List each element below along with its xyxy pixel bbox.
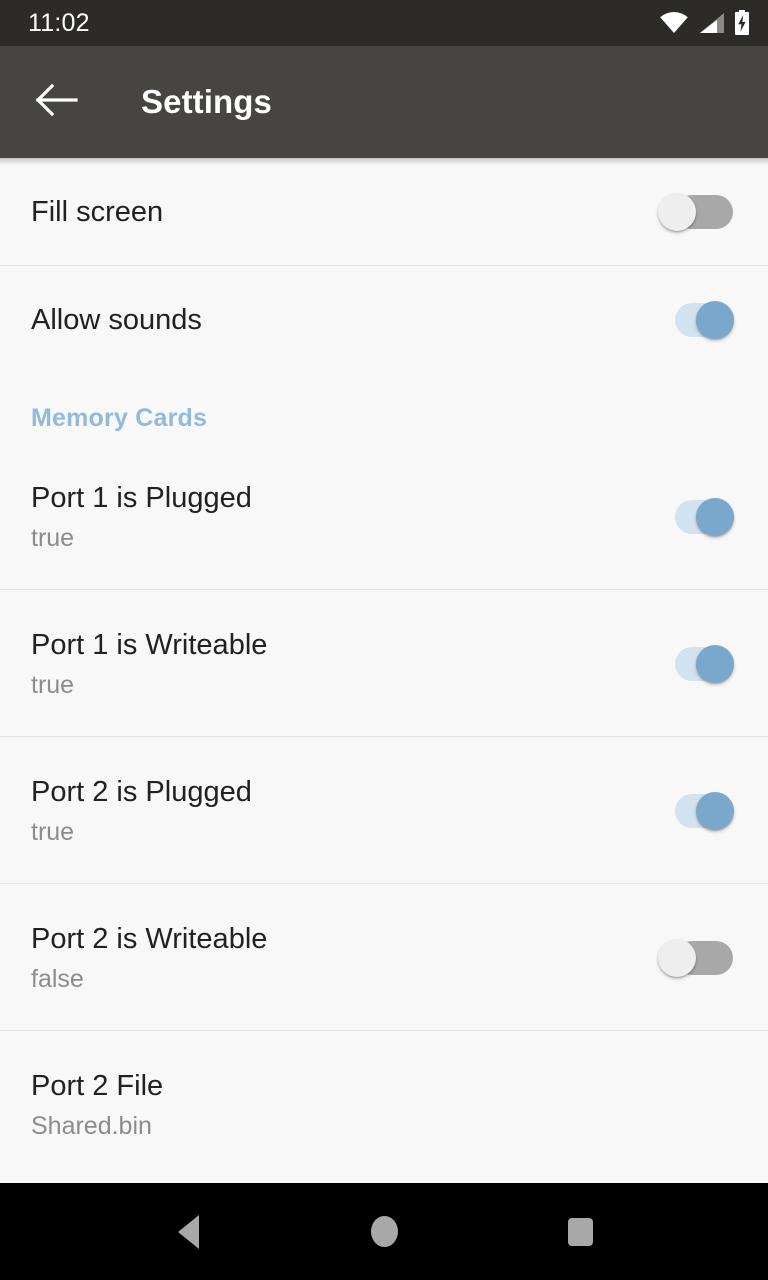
switch-thumb	[696, 301, 734, 339]
switch-port-2-is-writeable[interactable]	[658, 934, 734, 982]
status-bar-icons	[659, 10, 750, 36]
switch-fill-screen[interactable]	[658, 188, 734, 236]
back-arrow-icon	[35, 83, 78, 122]
row-texts: Allow sounds	[31, 303, 636, 337]
setting-title: Port 2 is Plugged	[31, 775, 252, 808]
nav-recents-button[interactable]	[540, 1202, 620, 1262]
setting-title: Port 1 is Writeable	[31, 628, 268, 661]
page-title: Settings	[141, 83, 272, 120]
home-circle-icon	[370, 1216, 398, 1247]
switch-thumb	[696, 791, 734, 830]
setting-row-allow-sounds[interactable]: Allow sounds	[0, 266, 768, 374]
setting-row-port-2-file[interactable]: Port 2 File Shared.bin	[0, 1031, 768, 1178]
switch-allow-sounds[interactable]	[658, 296, 734, 344]
row-texts: Fill screen	[31, 195, 636, 229]
setting-value: Shared.bin	[31, 1111, 152, 1140]
setting-title: Port 2 File	[31, 1069, 164, 1102]
nav-home-button[interactable]	[344, 1202, 424, 1262]
setting-value: true	[31, 523, 75, 552]
row-texts: Port 1 is Writeable true	[31, 628, 636, 700]
switch-port-2-is-plugged[interactable]	[658, 787, 734, 835]
switch-port-1-is-plugged[interactable]	[658, 493, 734, 541]
setting-title: Fill screen	[31, 196, 164, 228]
switch-thumb	[696, 644, 734, 683]
cell-signal-icon	[698, 11, 725, 35]
battery-charging-icon	[734, 10, 750, 36]
nav-back-button[interactable]	[148, 1202, 228, 1262]
switch-thumb	[658, 938, 696, 977]
switch-thumb	[658, 193, 696, 231]
switch-port-1-is-writeable[interactable]	[658, 640, 734, 688]
setting-value: true	[31, 670, 75, 699]
row-texts: Port 2 File Shared.bin	[31, 1069, 734, 1141]
section-header-label: Memory Cards	[31, 404, 208, 432]
status-bar: 11:02	[0, 0, 768, 46]
settings-list: Fill screen Allow sounds Memory Cards Po…	[0, 158, 768, 1183]
row-texts: Port 2 is Writeable false	[31, 922, 636, 994]
back-triangle-icon	[177, 1214, 199, 1249]
row-texts: Port 2 is Plugged true	[31, 775, 636, 847]
setting-title: Port 1 is Plugged	[31, 481, 252, 514]
phone-screen: 11:02 Settings Fill screen Allow sounds …	[0, 0, 768, 1280]
setting-value: true	[31, 817, 75, 846]
back-button[interactable]	[32, 77, 82, 127]
setting-row-port-2-is-plugged[interactable]: Port 2 is Plugged true	[0, 737, 768, 884]
setting-row-port-2-is-writeable[interactable]: Port 2 is Writeable false	[0, 884, 768, 1031]
wifi-icon	[659, 11, 689, 35]
setting-row-port-1-is-writeable[interactable]: Port 1 is Writeable true	[0, 590, 768, 737]
recents-square-icon	[567, 1217, 593, 1246]
app-bar: Settings	[0, 46, 768, 165]
setting-row-fill-screen[interactable]: Fill screen	[0, 158, 768, 266]
status-bar-clock: 11:02	[28, 8, 90, 37]
setting-row-port-1-is-plugged[interactable]: Port 1 is Plugged true	[0, 443, 768, 590]
setting-title: Allow sounds	[31, 304, 202, 336]
row-texts: Port 1 is Plugged true	[31, 481, 636, 553]
setting-title: Port 2 is Writeable	[31, 922, 268, 955]
android-navigation-bar	[0, 1183, 768, 1280]
switch-thumb	[696, 497, 734, 536]
setting-value: false	[31, 964, 84, 993]
section-header-memory-cards: Memory Cards	[0, 374, 768, 443]
